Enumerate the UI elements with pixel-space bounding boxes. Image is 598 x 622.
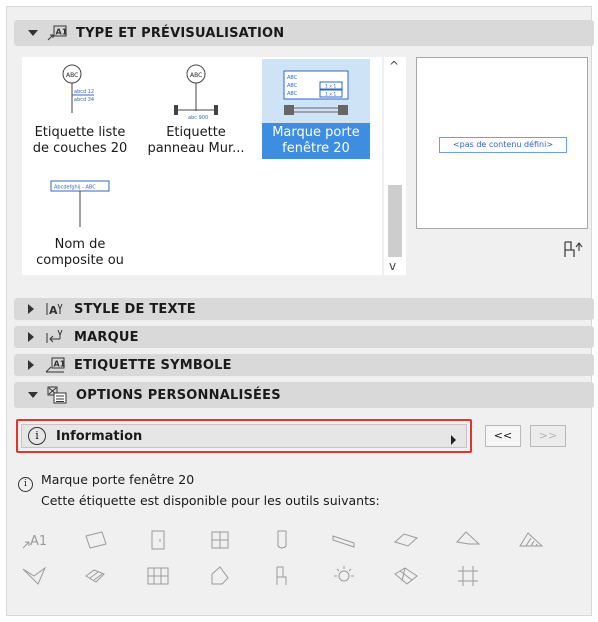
list-item-label: Etiquette panneau Mur... [147, 125, 245, 156]
curtain-wall-tool-icon [144, 564, 172, 588]
svg-text:ABC: ABC [190, 72, 202, 79]
label-type-list[interactable]: ABC abcd 12 abcd 34 Etiquette liste de c… [22, 57, 382, 275]
list-scrollbar[interactable]: ^ v [384, 57, 406, 275]
section-title: MARQUE [74, 329, 139, 345]
chair-preview-icon[interactable] [560, 239, 584, 261]
object-tool-icon [268, 564, 296, 588]
previous-button[interactable]: << [485, 425, 521, 447]
slab-tool-icon [392, 528, 420, 552]
section-marker[interactable]: MARQUE [14, 326, 594, 348]
svg-text:ABC: ABC [287, 91, 298, 97]
lamp-tool-icon [330, 564, 358, 588]
chevron-right-icon[interactable] [451, 435, 456, 445]
svg-text:A1: A1 [56, 28, 68, 37]
description-title: Marque porte fenêtre 20 [41, 472, 195, 487]
list-item-label: Marque porte fenêtre 20 [262, 123, 370, 159]
next-button[interactable]: >> [530, 425, 566, 447]
scroll-thumb[interactable] [388, 185, 402, 257]
morph-tool-icon [206, 564, 234, 588]
svg-text:ABC: ABC [66, 72, 78, 79]
roof-tool-icon [454, 528, 482, 552]
fill-tool-icon [516, 528, 544, 552]
information-field[interactable]: i Information [16, 419, 472, 453]
info-icon: i [28, 427, 46, 445]
shell-tool-icon [20, 564, 48, 588]
beam-tool-icon [330, 528, 358, 552]
description: i Marque porte fenêtre 20 Cette étiquette… [18, 471, 380, 509]
scroll-down-icon[interactable]: v [389, 259, 396, 273]
window-tool-icon [206, 528, 234, 552]
information-label: Information [56, 428, 143, 444]
label-tool-icon: A1 [20, 528, 48, 552]
svg-text:1 x 1: 1 x 1 [325, 84, 336, 90]
section-symbol-label[interactable]: A1 ETIQUETTE SYMBOLE [14, 354, 594, 376]
section-title: STYLE DE TEXTE [74, 301, 196, 317]
description-text: Cette étiquette est disponible pour les … [41, 493, 380, 508]
section-type-preview[interactable]: A1 TYPE ET PRÉVISUALISATION [14, 20, 594, 46]
door-tool-icon [144, 528, 172, 552]
column-tool-icon [268, 528, 296, 552]
custom-options-icon [46, 385, 68, 405]
list-item-label: Nom de composite ou ... [36, 237, 124, 275]
list-item[interactable]: ABC abcd 12 abcd 34 Etiquette liste de c… [26, 59, 134, 159]
tool-grid: A1 [20, 528, 580, 592]
svg-text:abcd 12: abcd 12 [74, 89, 94, 95]
collapse-arrow-icon[interactable] [28, 30, 38, 36]
section-title: TYPE ET PRÉVISUALISATION [76, 25, 285, 41]
label-thumbnail: ABC abcd 12 abcd 34 [26, 59, 134, 123]
svg-text:ABC: ABC [287, 75, 298, 81]
section-custom-options[interactable]: OPTIONS PERSONNALISÉES [14, 382, 594, 408]
list-item-label: Etiquette liste de couches 20 [32, 125, 128, 156]
opening-tool-icon [454, 564, 482, 588]
svg-text:1 x 1: 1 x 1 [325, 92, 336, 98]
label-thumbnail: ABC abc 900 [142, 59, 250, 123]
section-title: ETIQUETTE SYMBOLE [74, 357, 232, 373]
svg-text:abcd 34: abcd 34 [74, 97, 94, 103]
label-thumbnail: ABC ABC ABC 1 x 1 1 x 1 [262, 59, 370, 123]
list-item[interactable]: ABC abc 900 Etiquette panneau Mur... [142, 59, 250, 159]
collapse-arrow-icon[interactable] [28, 392, 38, 398]
text-style-icon: A [44, 299, 66, 319]
wall-tool-icon [82, 528, 110, 552]
marker-icon [44, 327, 66, 347]
svg-text:Abcdefghij - ABC: Abcdefghij - ABC [54, 185, 96, 191]
svg-text:A1: A1 [54, 360, 66, 369]
preview-box: <pas de contenu défini> [416, 57, 588, 229]
stair-tool-icon [82, 564, 110, 588]
svg-text:abc 900: abc 900 [188, 115, 208, 121]
expand-arrow-icon[interactable] [28, 304, 34, 314]
preview-placeholder: <pas de contenu défini> [439, 137, 567, 153]
label-thumbnail: Abcdefghij - ABC [26, 171, 134, 235]
scroll-up-icon[interactable]: ^ [389, 59, 399, 73]
expand-arrow-icon[interactable] [28, 360, 34, 370]
info-icon: i [18, 477, 33, 492]
section-title: OPTIONS PERSONNALISÉES [76, 387, 281, 403]
label-tool-text: A1 [30, 534, 47, 549]
expand-arrow-icon[interactable] [28, 332, 34, 342]
information-selector[interactable]: i Information [21, 424, 467, 448]
svg-text:ABC: ABC [287, 83, 298, 89]
svg-text:A: A [49, 304, 58, 317]
label-tag-icon: A1 [46, 23, 68, 43]
list-item[interactable]: ABC ABC ABC 1 x 1 1 x 1 Marque porte fen… [262, 59, 370, 159]
symbol-label-icon: A1 [44, 355, 66, 375]
section-text-style[interactable]: A STYLE DE TEXTE [14, 298, 594, 320]
list-item[interactable]: Abcdefghij - ABC Nom de composite ou ... [26, 171, 134, 275]
mesh-tool-icon [392, 564, 420, 588]
